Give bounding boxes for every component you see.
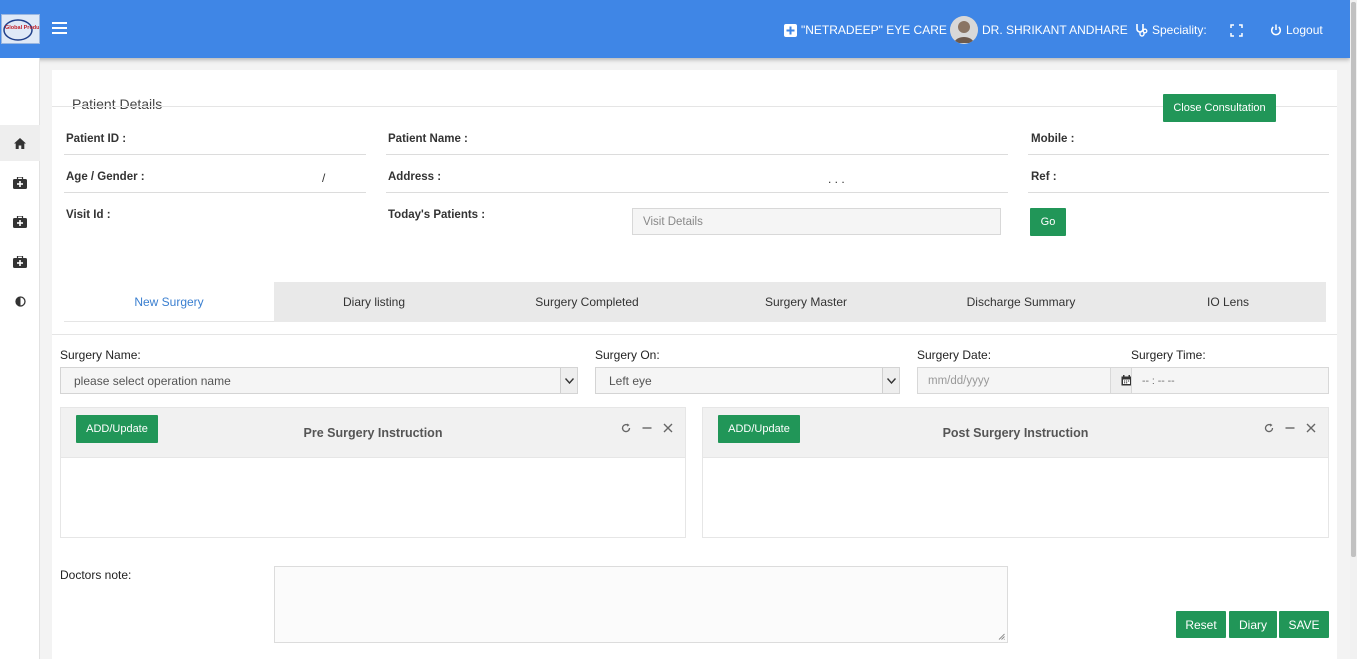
resize-handle-icon[interactable] (998, 633, 1005, 640)
brand-logo[interactable]: Global Products (1, 14, 40, 44)
surgery-on-select[interactable]: Left eye (595, 367, 900, 394)
contrast-icon (14, 295, 26, 307)
tab-discharge-summary[interactable]: Discharge Summary (912, 282, 1130, 322)
address-value: . . . (828, 172, 845, 186)
refresh-icon[interactable] (620, 422, 631, 433)
clinic-info[interactable]: "NETRADEEP" EYE CARE (784, 18, 947, 42)
surgery-on-value: Left eye (609, 373, 652, 388)
page-scrollbar[interactable] (1350, 0, 1357, 659)
tab-io-lens[interactable]: IO Lens (1130, 282, 1326, 322)
surgery-date-label: Surgery Date: (917, 348, 992, 362)
scrollbar-thumb[interactable] (1351, 2, 1356, 557)
mobile-label: Mobile : (1031, 133, 1075, 145)
pre-surgery-panel: Pre Surgery Instruction ADD/Update (60, 407, 686, 538)
power-icon (1270, 24, 1282, 36)
post-add-update-button[interactable]: ADD/Update (718, 415, 800, 443)
chevron-down-icon (560, 368, 577, 393)
surgery-time-label: Surgery Time: (1131, 348, 1206, 362)
logout-label: Logout (1286, 23, 1323, 37)
post-surgery-panel: Post Surgery Instruction ADD/Update (702, 407, 1329, 538)
age-gender-value: / (322, 171, 326, 185)
page-title: Patient Details (72, 96, 163, 112)
doctor-profile[interactable]: DR. SHRIKANT ANDHARE (950, 16, 1128, 44)
patient-id-label: Patient ID : (66, 133, 127, 145)
sidebar-item-medkit-3[interactable] (0, 250, 40, 274)
plus-square-icon (784, 23, 797, 37)
close-icon[interactable] (1305, 422, 1316, 433)
clinic-name: "NETRADEEP" EYE CARE (801, 23, 947, 37)
doctor-name: DR. SHRIKANT ANDHARE (982, 23, 1128, 37)
doctors-note-label: Doctors note: (60, 568, 132, 582)
close-icon[interactable] (662, 422, 673, 433)
avatar (950, 16, 978, 44)
tab-surgery-completed[interactable]: Surgery Completed (474, 282, 700, 322)
refresh-icon[interactable] (1263, 422, 1274, 433)
home-icon (14, 137, 26, 149)
stethoscope-icon (1135, 23, 1148, 37)
chevron-down-icon (882, 368, 899, 393)
surgery-name-select[interactable]: please select operation name (60, 367, 578, 394)
surgery-on-label: Surgery On: (595, 348, 660, 362)
tab-new-surgery[interactable]: New Surgery (64, 282, 274, 322)
speciality-label: Speciality: (1152, 23, 1207, 37)
logo-icon: Global Products (3, 19, 39, 41)
visit-details-input[interactable]: Visit Details (632, 208, 1001, 235)
save-button[interactable]: SAVE (1279, 611, 1329, 638)
surgery-date-input[interactable]: mm/dd/yyyy (917, 367, 1143, 394)
age-gender-label: Age / Gender : (66, 171, 145, 183)
main-card: Patient Details Close Consultation Patie… (52, 70, 1337, 659)
surgery-name-value: please select operation name (74, 373, 231, 388)
surgery-name-label: Surgery Name: (60, 348, 141, 362)
surgery-tabs: New Surgery Diary listing Surgery Comple… (64, 282, 1326, 322)
todays-patients-label: Today's Patients : (388, 209, 486, 221)
svg-text:Global Products: Global Products (5, 25, 39, 31)
doctors-note-textarea[interactable] (274, 566, 1008, 643)
fullscreen-icon[interactable] (1230, 18, 1243, 42)
go-button[interactable]: Go (1030, 208, 1066, 236)
visit-id-label: Visit Id : (66, 209, 111, 221)
surgery-time-input[interactable]: -- : -- -- (1131, 367, 1329, 394)
menu-toggle-icon[interactable] (52, 22, 67, 36)
close-consultation-button[interactable]: Close Consultation (1163, 94, 1276, 122)
minimize-icon[interactable] (1284, 422, 1295, 433)
logout-button[interactable]: Logout (1270, 18, 1323, 42)
sidebar-item-home[interactable] (0, 125, 40, 161)
tab-surgery-master[interactable]: Surgery Master (700, 282, 912, 322)
minimize-icon[interactable] (641, 422, 652, 433)
tab-diary-listing[interactable]: Diary listing (274, 282, 474, 322)
surgery-date-placeholder: mm/dd/yyyy (928, 374, 990, 387)
reset-button[interactable]: Reset (1176, 611, 1226, 638)
medkit-icon (13, 256, 27, 268)
medkit-icon (13, 216, 27, 228)
pre-add-update-button[interactable]: ADD/Update (76, 415, 158, 443)
ref-label: Ref : (1031, 171, 1057, 183)
patient-name-label: Patient Name : (388, 133, 468, 145)
sidebar-item-theme[interactable] (0, 289, 40, 313)
address-label: Address : (388, 171, 442, 183)
speciality-menu[interactable]: Speciality: (1135, 18, 1207, 42)
diary-button[interactable]: Diary (1229, 611, 1277, 638)
sidebar-item-medkit-1[interactable] (0, 171, 40, 195)
medkit-icon (13, 177, 27, 189)
sidebar (0, 58, 40, 659)
sidebar-item-medkit-2[interactable] (0, 210, 40, 234)
top-navbar: Global Products "NETRADEEP" EYE CARE DR.… (0, 0, 1350, 58)
